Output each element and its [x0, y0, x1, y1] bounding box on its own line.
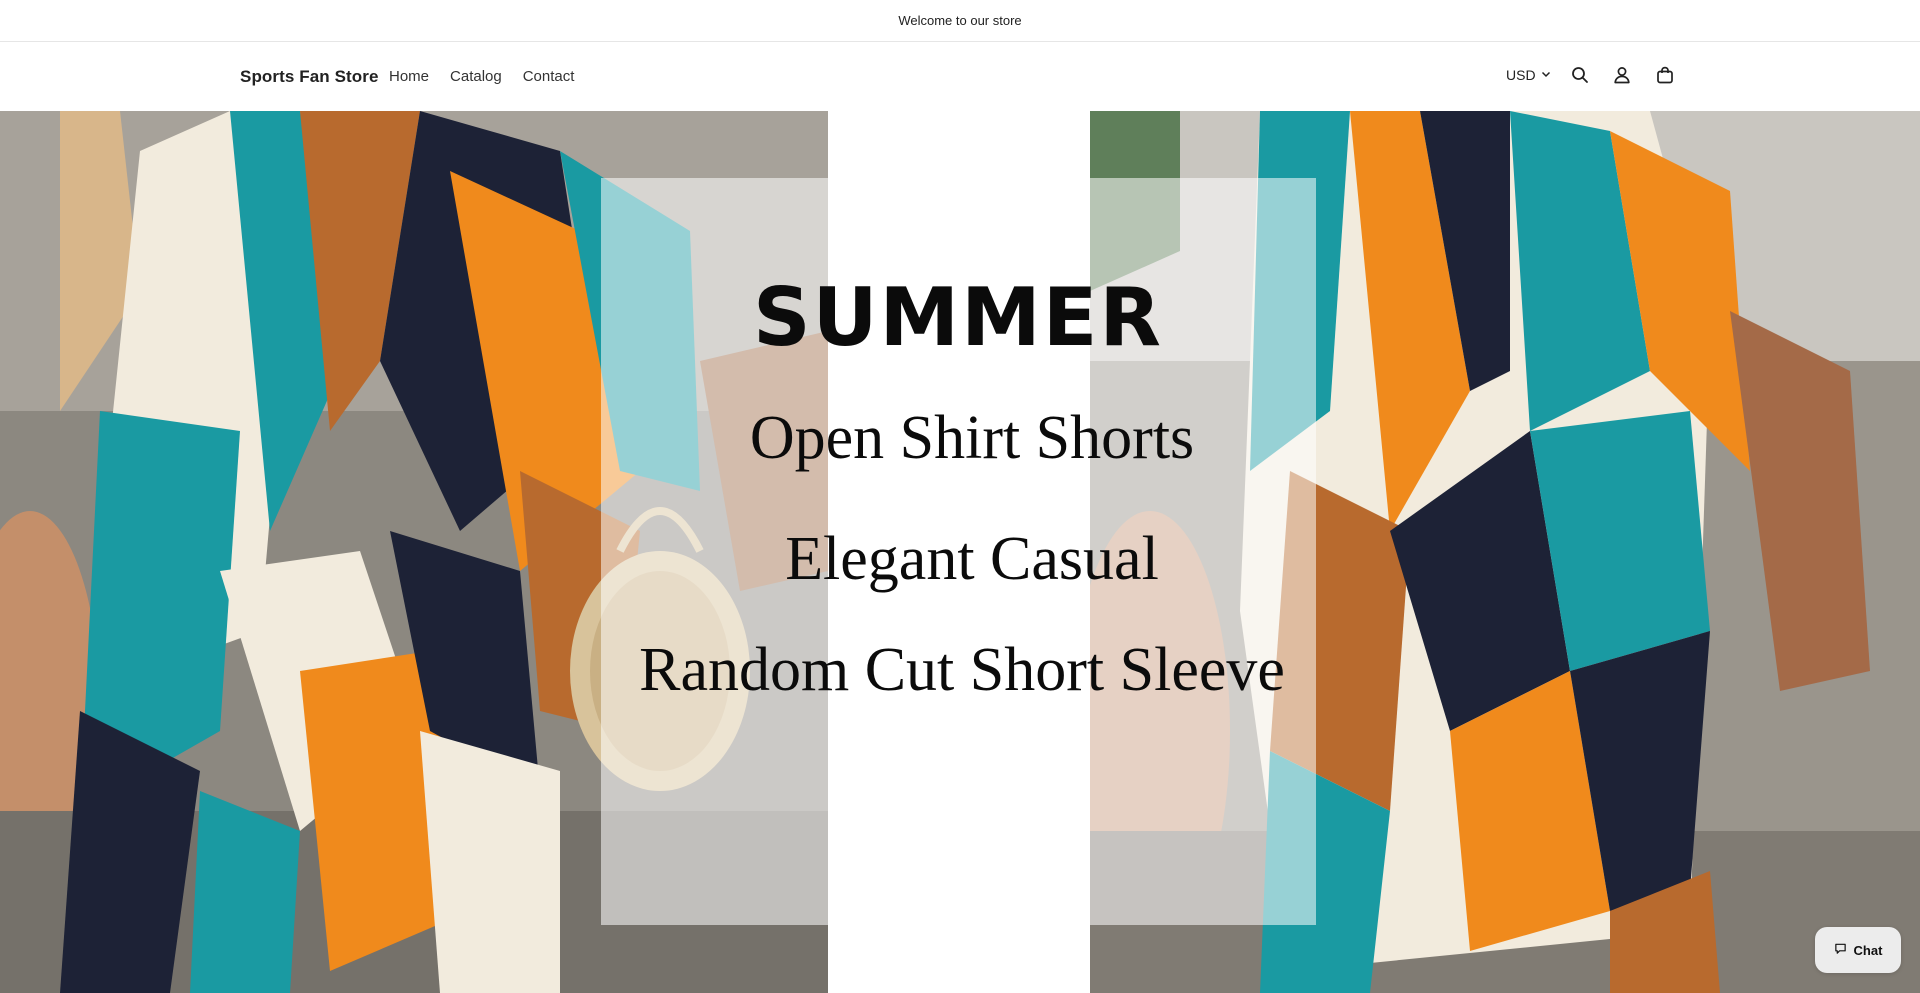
- chevron-down-icon: [1540, 67, 1552, 83]
- cart-icon: [1655, 65, 1675, 90]
- nav-home[interactable]: Home: [389, 68, 429, 85]
- hero-banner[interactable]: SUMMER Open Shirt Shorts Elegant Casual …: [0, 111, 1920, 993]
- hero-subline-2: Elegant Casual: [785, 525, 1159, 593]
- account-button[interactable]: [1610, 65, 1634, 89]
- search-icon: [1570, 65, 1590, 90]
- chat-bubble-icon: [1834, 942, 1847, 958]
- nav-catalog[interactable]: Catalog: [450, 68, 502, 85]
- hero-subline-3: Random Cut Short Sleeve: [639, 636, 1285, 704]
- chat-button[interactable]: Chat: [1815, 927, 1901, 973]
- announcement-bar: Welcome to our store: [0, 0, 1920, 42]
- chat-label: Chat: [1853, 942, 1883, 958]
- search-button[interactable]: [1568, 65, 1592, 89]
- site-header: Sports Fan Store Home Catalog Contact US…: [0, 43, 1920, 111]
- currency-label: USD: [1506, 67, 1536, 83]
- main-nav: Home Catalog Contact: [389, 68, 595, 85]
- account-icon: [1612, 65, 1632, 90]
- hero-heading: SUMMER: [752, 271, 1164, 364]
- cart-button[interactable]: [1653, 65, 1677, 89]
- hero-subline-1: Open Shirt Shorts: [749, 404, 1195, 472]
- nav-contact[interactable]: Contact: [523, 68, 575, 85]
- currency-selector[interactable]: USD: [1506, 67, 1552, 83]
- store-logo-link[interactable]: Sports Fan Store: [240, 67, 379, 87]
- announcement-text: Welcome to our store: [898, 13, 1022, 28]
